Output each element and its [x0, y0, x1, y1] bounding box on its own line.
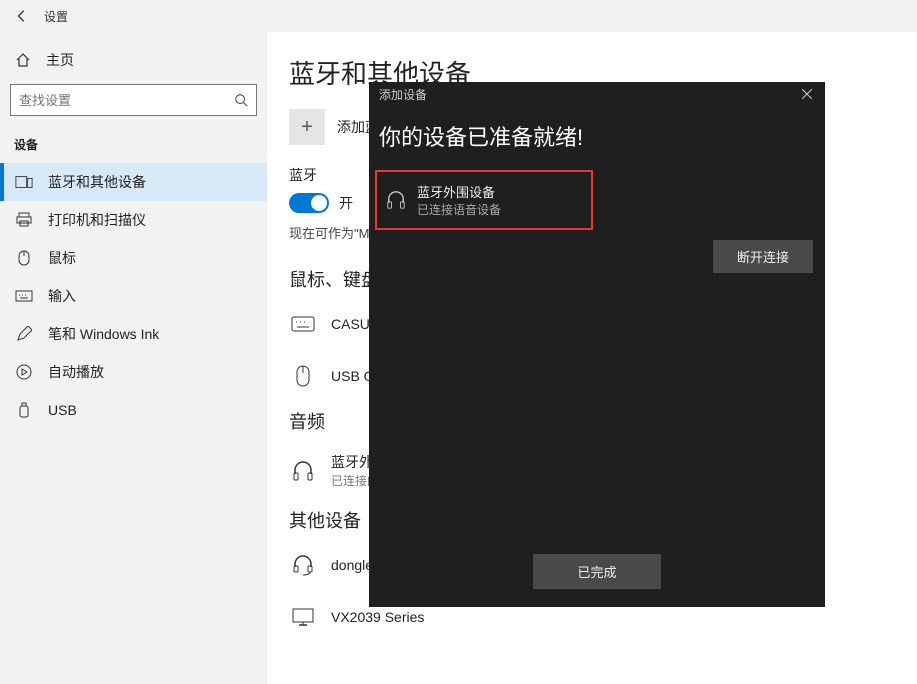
home-icon: [14, 51, 32, 69]
device-name: dongle: [331, 557, 373, 573]
dialog-header: 添加设备: [369, 82, 825, 106]
category-label: 设备: [0, 130, 267, 163]
bluetooth-toggle[interactable]: [289, 193, 329, 213]
headphones-icon: [385, 189, 407, 211]
close-button[interactable]: [797, 84, 817, 104]
search-input[interactable]: [10, 84, 257, 116]
sidebar-item-pen[interactable]: 笔和 Windows Ink: [0, 315, 267, 353]
headphones-icon: [289, 457, 317, 485]
sidebar-item-usb[interactable]: USB: [0, 391, 267, 429]
autoplay-icon: [14, 362, 34, 382]
toggle-state: 开: [339, 193, 353, 213]
printer-icon: [14, 210, 34, 230]
sidebar-item-label: 鼠标: [48, 248, 76, 268]
sidebar-item-label: 打印机和扫描仪: [48, 210, 146, 230]
sidebar-item-bluetooth[interactable]: 蓝牙和其他设备: [0, 163, 267, 201]
sidebar-item-mouse[interactable]: 鼠标: [0, 239, 267, 277]
pen-icon: [14, 324, 34, 344]
monitor-icon: [289, 603, 317, 631]
sidebar-item-label: 自动播放: [48, 362, 104, 382]
headset-icon: [289, 551, 317, 579]
search-icon[interactable]: [231, 90, 251, 110]
paired-device-card[interactable]: 蓝牙外围设备 已连接语音设备: [375, 170, 593, 230]
keyboard-icon: [289, 310, 317, 338]
devices-icon: [14, 172, 34, 192]
usb-icon: [14, 400, 34, 420]
dialog-header-title: 添加设备: [379, 86, 427, 103]
sidebar-item-label: 输入: [48, 286, 76, 306]
window-title: 设置: [44, 8, 68, 25]
home-label: 主页: [46, 50, 74, 70]
add-device-dialog: 添加设备 你的设备已准备就绪! 蓝牙外围设备 已连接语音设备 断开连接 已完成: [369, 82, 825, 607]
paired-device-status: 已连接语音设备: [417, 201, 501, 218]
sidebar-item-label: 蓝牙和其他设备: [48, 172, 146, 192]
done-button[interactable]: 已完成: [533, 554, 660, 589]
back-button[interactable]: [8, 2, 36, 30]
paired-device-name: 蓝牙外围设备: [417, 182, 501, 201]
disconnect-button[interactable]: 断开连接: [713, 240, 813, 273]
sidebar-item-label: 笔和 Windows Ink: [48, 324, 159, 344]
mouse-icon: [289, 362, 317, 390]
keyboard-icon: [14, 286, 34, 306]
sidebar-item-typing[interactable]: 输入: [0, 277, 267, 315]
mouse-icon: [14, 248, 34, 268]
sidebar-item-autoplay[interactable]: 自动播放: [0, 353, 267, 391]
search-box: [10, 84, 257, 116]
sidebar-item-label: USB: [48, 402, 77, 418]
sidebar-item-printers[interactable]: 打印机和扫描仪: [0, 201, 267, 239]
home-link[interactable]: 主页: [0, 42, 267, 78]
device-name: VX2039 Series: [331, 609, 424, 625]
dialog-title: 你的设备已准备就绪!: [369, 106, 825, 170]
plus-icon: +: [289, 109, 325, 145]
titlebar: 设置: [0, 0, 917, 32]
sidebar: 主页 设备 蓝牙和其他设备 打印机和扫描仪 鼠标 输入 笔和 Windows I: [0, 32, 267, 684]
